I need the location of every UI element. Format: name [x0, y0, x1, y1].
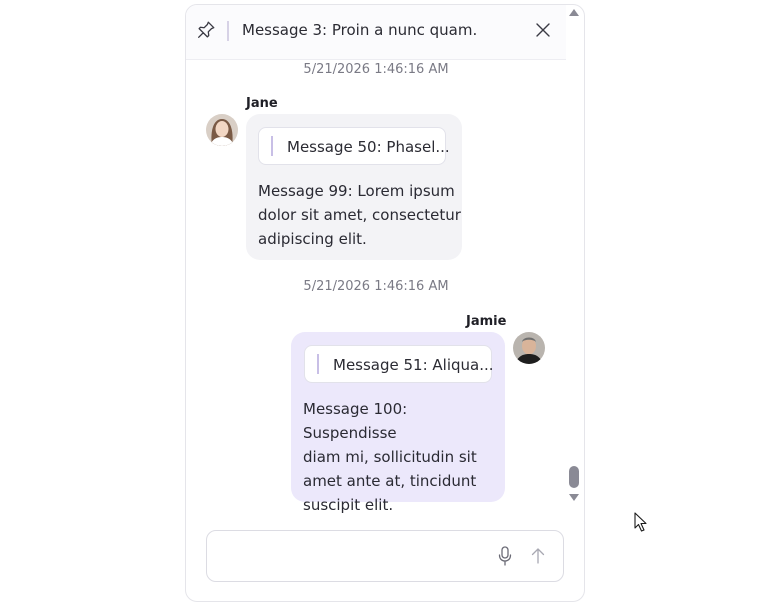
- pinned-divider: [227, 21, 229, 41]
- message-line: Message 99: Lorem ipsum: [258, 182, 455, 200]
- message-input[interactable]: [206, 530, 564, 582]
- message-line: diam mi, sollicitudin sit: [303, 448, 477, 466]
- reply-quote-text: Message 51: Aliqua...: [333, 356, 494, 374]
- message-bubble: Message 51: Aliqua... Message 100: Suspe…: [291, 332, 505, 514]
- message-timestamp: 5/21/2026 1:46:16 AM: [303, 279, 449, 294]
- avatar[interactable]: [206, 114, 238, 146]
- pinned-message-bar[interactable]: Message 3: Proin a nunc quam.: [186, 5, 566, 60]
- avatar-jamie-image: [513, 332, 545, 364]
- mouse-pointer-icon: [634, 512, 647, 532]
- message-timestamp: 5/21/2026 1:46:16 AM: [303, 62, 449, 77]
- message-line: adipiscing elit.: [258, 230, 367, 248]
- reply-quote[interactable]: Message 51: Aliqua...: [304, 345, 494, 383]
- message-line: amet ante at, tincidunt: [303, 472, 477, 490]
- message-text: Message 100: Suspendisse diam mi, sollic…: [303, 397, 505, 517]
- reply-quote-text: Message 50: Phasel...: [287, 138, 450, 156]
- quote-accent-bar: [317, 354, 319, 374]
- message-line: Message 100: Suspendisse: [303, 400, 408, 442]
- scroll-down-arrow[interactable]: [569, 494, 579, 501]
- reply-quote[interactable]: Message 50: Phasel...: [258, 127, 450, 165]
- close-icon[interactable]: [536, 23, 550, 37]
- microphone-icon[interactable]: [497, 546, 513, 566]
- message-line: dolor sit amet, consectetur: [258, 206, 461, 224]
- scroll-up-arrow[interactable]: [569, 9, 579, 16]
- pinned-message-text[interactable]: Message 3: Proin a nunc quam.: [242, 21, 477, 39]
- message-bubble: Message 50: Phasel... Message 99: Lorem …: [246, 114, 462, 260]
- message-text: Message 99: Lorem ipsum dolor sit amet, …: [258, 179, 461, 251]
- pin-icon: [198, 21, 215, 38]
- message-line: suscipit elit.: [303, 496, 394, 514]
- scrollbar-thumb[interactable]: [569, 466, 579, 488]
- sender-name: Jamie: [466, 314, 507, 329]
- sender-name: Jane: [246, 96, 278, 111]
- quote-accent-bar: [271, 136, 273, 156]
- avatar[interactable]: [513, 332, 545, 364]
- chat-panel: Message 3: Proin a nunc quam. 5/21/2026 …: [185, 4, 585, 602]
- avatar-jane-image: [206, 114, 238, 146]
- send-arrow-icon[interactable]: [529, 546, 547, 566]
